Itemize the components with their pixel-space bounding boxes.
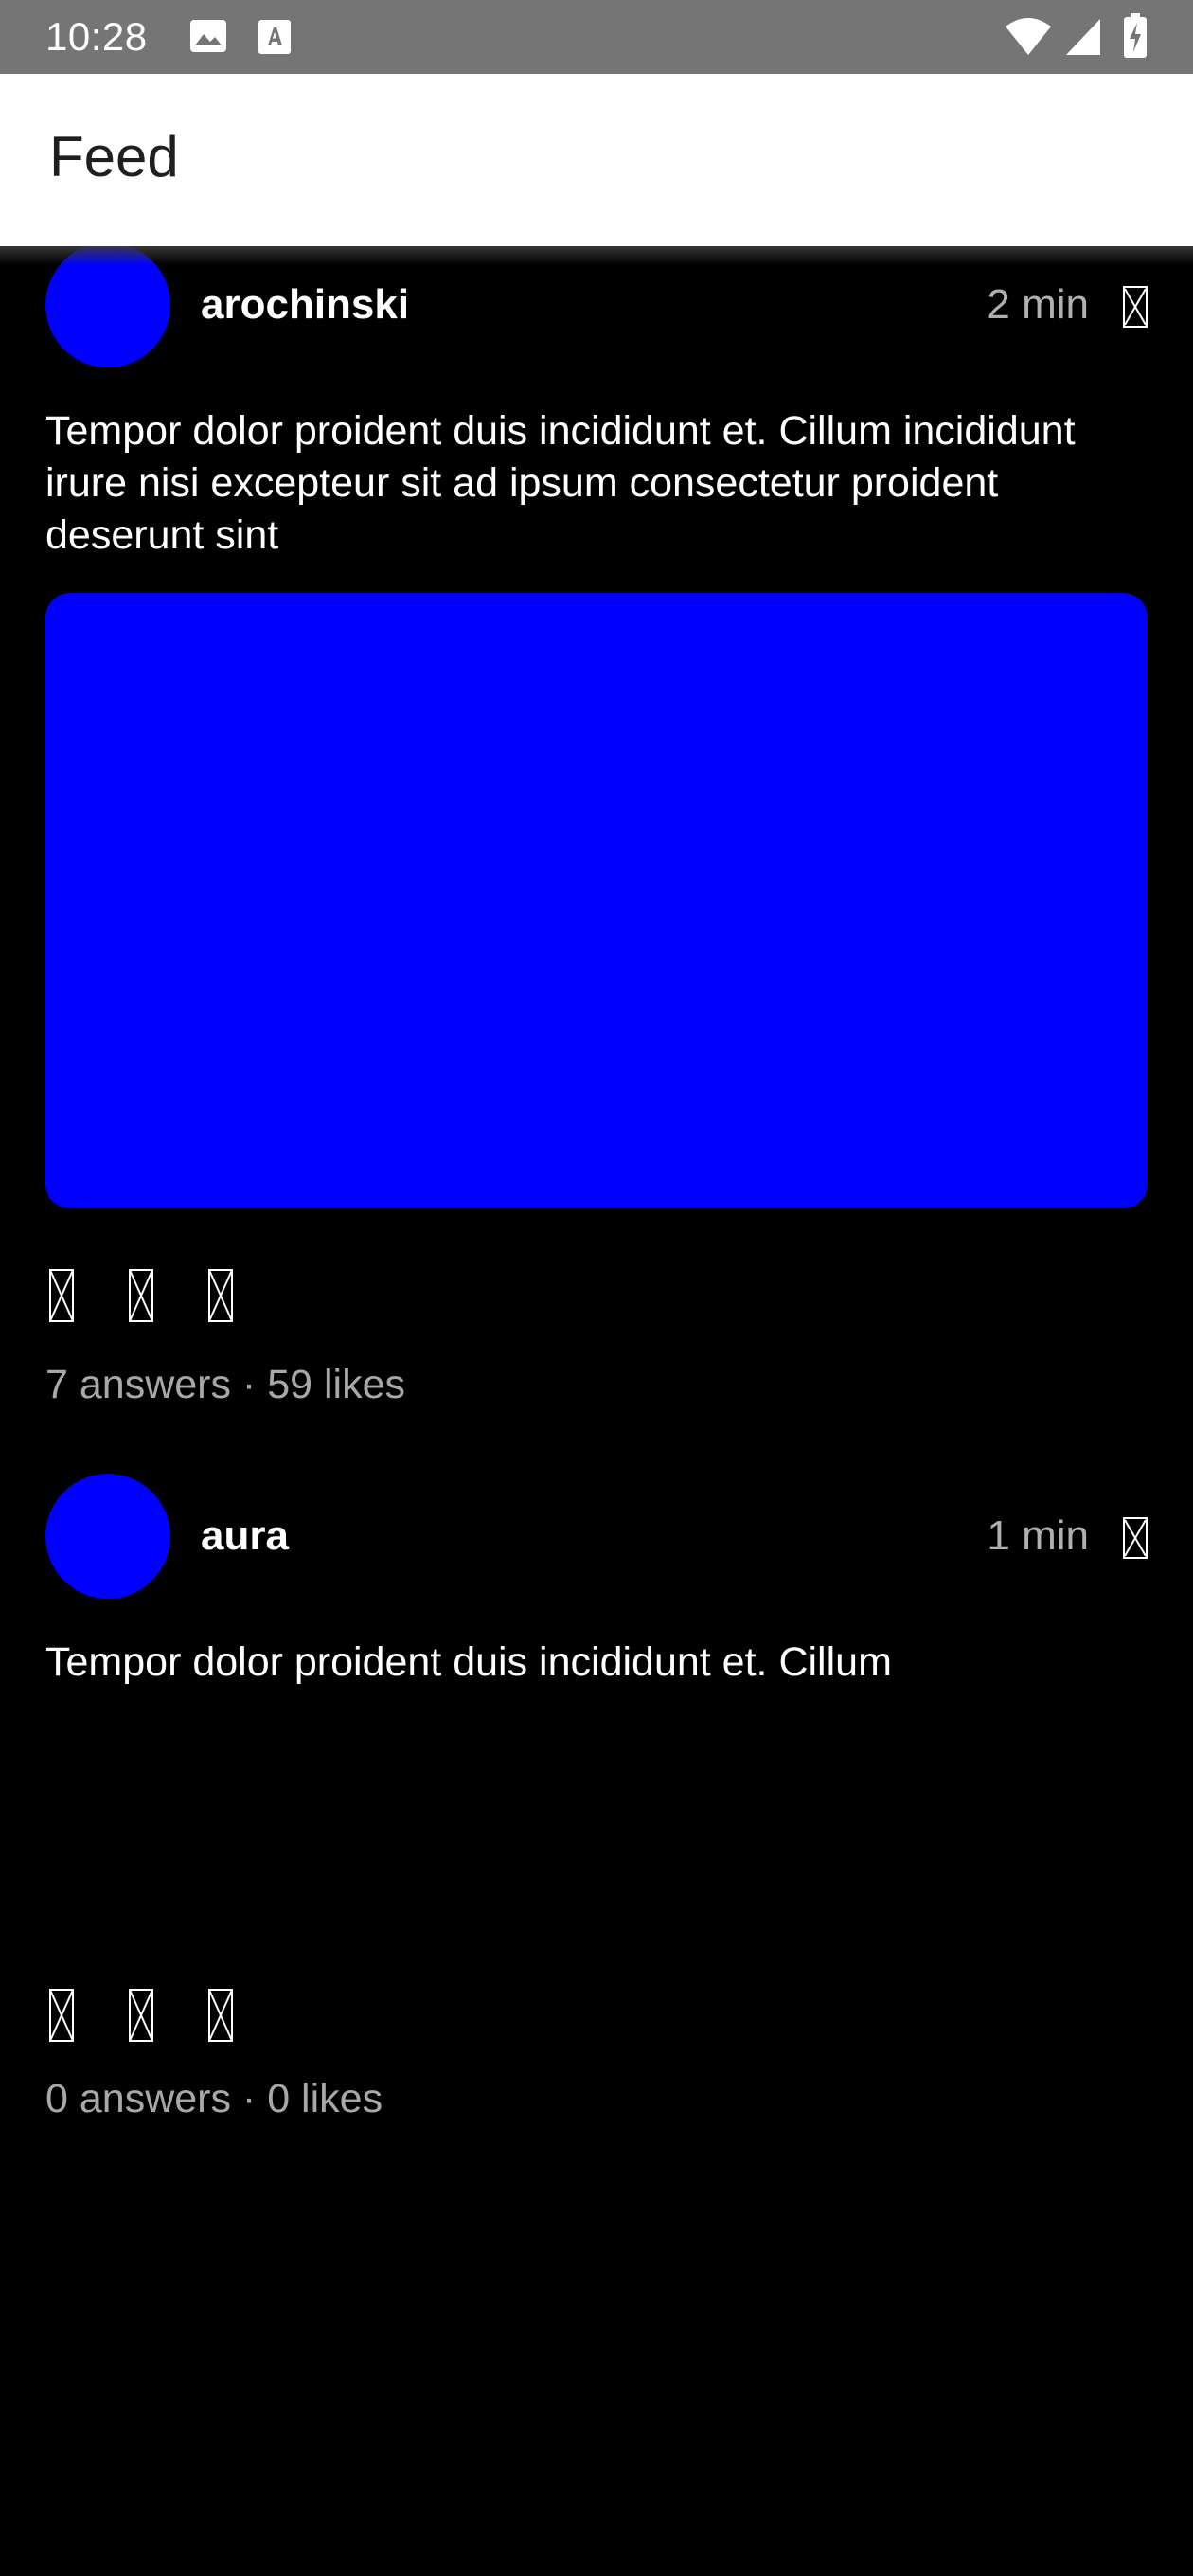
post-stats: 7 answers · 59 likes [45,1362,405,1407]
gallery-icon [190,20,226,52]
post-timestamp: 1 min [987,1512,1089,1559]
post-stats: 0 answers · 0 likes [45,2076,383,2121]
feed-post[interactable]: arochinski 2 min Tempor dolor proident d… [0,246,1193,1430]
more-options-icon[interactable] [1123,286,1148,328]
more-options-icon[interactable] [1123,1517,1148,1559]
action-icon-3[interactable] [208,1989,233,2042]
app-bar-shadow [0,246,1193,265]
post-text: Tempor dolor proident duis incididunt et… [45,1639,892,1685]
post-timestamp: 2 min [987,281,1089,328]
post-username[interactable]: aura [201,1512,289,1561]
action-icon-2[interactable] [129,1989,153,2042]
action-icon-1[interactable] [49,1269,74,1322]
action-icon-1[interactable] [49,1989,74,2042]
post-image[interactable] [45,593,1148,1208]
action-icon-3[interactable] [208,1269,233,1322]
feed-post[interactable]: aura 1 min Tempor dolor proident duis in… [0,1474,1193,2184]
post-username[interactable]: arochinski [201,280,409,330]
signal-icon [1066,19,1100,55]
feed-list[interactable]: arochinski 2 min Tempor dolor proident d… [0,246,1193,2576]
wifi-icon [1006,18,1051,55]
post-text: Tempor dolor proident duis incididunt et… [45,408,1076,558]
font-download-icon [258,20,291,54]
action-icon-2[interactable] [129,1269,153,1322]
battery-charging-icon [1124,13,1147,58]
page-title: Feed [49,125,179,188]
avatar[interactable] [45,1474,170,1599]
status-time: 10:28 [45,14,148,59]
status-bar: 10:28 [0,0,1193,74]
app-bar: Feed [0,74,1193,246]
